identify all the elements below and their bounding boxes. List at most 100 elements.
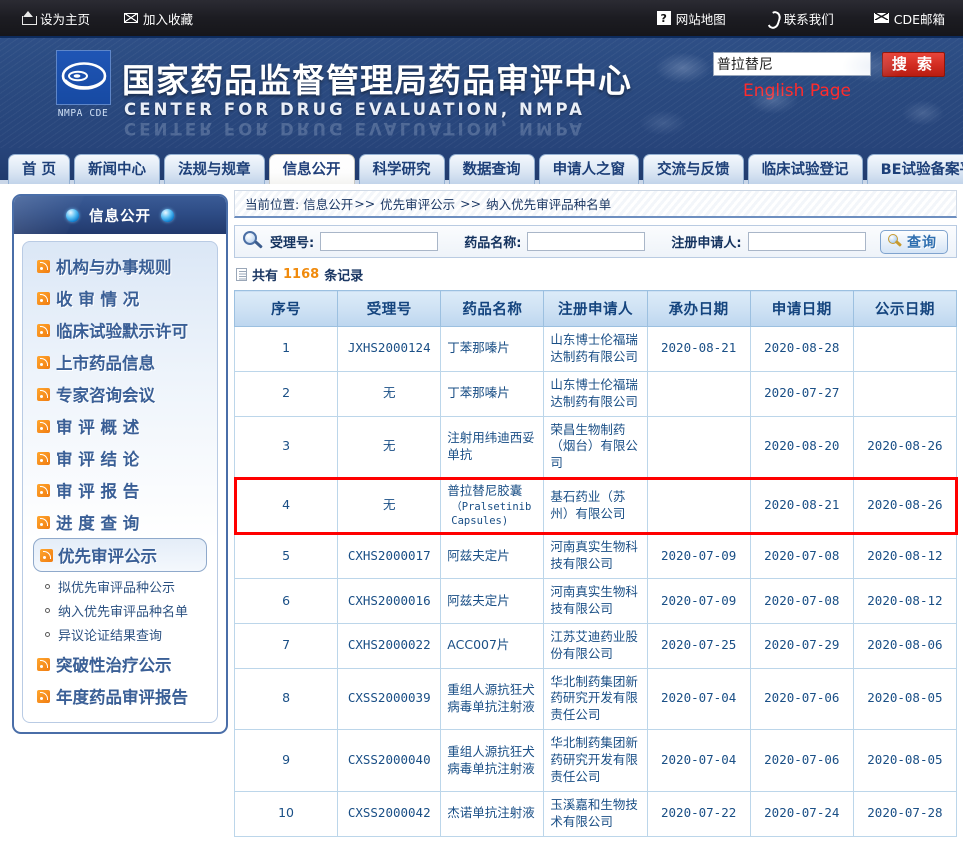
table-row[interactable]: 1 JXHS2000124 丁苯那嗪片 山东博士伦福瑞达制药有限公司 2020-…: [235, 327, 957, 372]
table-row[interactable]: 2 无 丁苯那嗪片 山东博士伦福瑞达制药有限公司 2020-07-27: [235, 371, 957, 416]
set-homepage-button[interactable]: 设为主页: [22, 9, 90, 28]
column-header-applicant[interactable]: 注册申请人: [544, 291, 647, 327]
cell-drug-name[interactable]: 重组人源抗狂犬病毒单抗注射液: [441, 730, 544, 792]
drug-name-input[interactable]: [527, 232, 645, 251]
sidebar-item-clinical-trial-implied-permit[interactable]: 临床试验默示许可: [23, 314, 217, 346]
cell-drug-name[interactable]: 注射用纬迪西妥单抗: [441, 416, 544, 478]
english-page-link[interactable]: English Page: [743, 81, 851, 101]
table-row[interactable]: 3 无 注射用纬迪西妥单抗 荣昌生物制药（烟台）有限公司 2020-08-20 …: [235, 416, 957, 478]
table-row[interactable]: 6 CXHS2000016 阿兹夫定片 河南真实生物科技有限公司 2020-07…: [235, 579, 957, 624]
site-search-button[interactable]: 搜 索: [882, 52, 945, 77]
envelope-outline-icon: [124, 13, 138, 23]
site-search-input[interactable]: [713, 52, 871, 76]
site-search-group: 搜 索: [713, 52, 945, 77]
sidebar-panel: 信息公开 机构与办事规则 收 审 情 况 临床试验默示许可: [12, 194, 228, 734]
sidebar-item-annual-review-report[interactable]: 年度药品审评报告: [23, 680, 217, 712]
cell-apply-date: 2020-07-06: [750, 668, 853, 730]
table-row[interactable]: 10 CXSS2000042 杰诺单抗注射液 玉溪嘉和生物技术有限公司 2020…: [235, 791, 957, 836]
sidebar-item-label: 专家咨询会议: [56, 382, 155, 406]
cell-index: 3: [235, 416, 338, 478]
bullet-icon: [45, 584, 50, 589]
sidebar-item-marketed-drug-info[interactable]: 上市药品信息: [23, 346, 217, 378]
sidebar-item-label: 年度药品审评报告: [56, 684, 188, 708]
cell-apply-date: 2020-07-06: [750, 730, 853, 792]
sidebar-item-acceptance-status[interactable]: 收 审 情 况: [23, 282, 217, 314]
tab-regulations[interactable]: 法规与规章: [164, 154, 265, 184]
column-header-publish-date[interactable]: 公示日期: [853, 291, 956, 327]
sidebar-item-review-overview[interactable]: 审 评 概 述: [23, 410, 217, 442]
cell-applicant: 基石药业（苏州）有限公司: [544, 478, 647, 534]
cell-acceptance-no: CXHS2000022: [338, 623, 441, 668]
breadcrumb-item-0[interactable]: 信息公开: [303, 194, 353, 213]
sidebar-item-review-report[interactable]: 审 评 报 告: [23, 474, 217, 506]
query-button-label: 查询: [907, 232, 937, 252]
table-row[interactable]: 7 CXHS2000022 ACC007片 江苏艾迪药业股份有限公司 2020-…: [235, 623, 957, 668]
column-header-handle-date[interactable]: 承办日期: [647, 291, 750, 327]
add-favorite-button[interactable]: 加入收藏: [124, 9, 193, 28]
cell-drug-name[interactable]: ACC007片: [441, 623, 544, 668]
sidebar-item-label: 审 评 结 论: [56, 446, 139, 470]
cell-drug-name[interactable]: 杰诺单抗注射液: [441, 791, 544, 836]
column-header-index[interactable]: 序号: [235, 291, 338, 327]
tab-scientific-research[interactable]: 科学研究: [359, 154, 445, 184]
sidebar-item-review-conclusion[interactable]: 审 评 结 论: [23, 442, 217, 474]
bullet-icon: [45, 608, 50, 613]
acceptance-no-input[interactable]: [320, 232, 438, 251]
phone-icon: [766, 11, 779, 25]
cde-mail-label: CDE邮箱: [894, 9, 945, 28]
tab-home[interactable]: 首 页: [8, 154, 70, 184]
contact-us-link[interactable]: 联系我们: [766, 9, 834, 28]
column-header-acceptance-no[interactable]: 受理号: [338, 291, 441, 327]
tab-clinical-trial-registration[interactable]: 临床试验登记: [748, 154, 863, 184]
site-logo[interactable]: NMPA CDE: [52, 50, 114, 119]
tab-applicant-window[interactable]: 申请人之窗: [539, 154, 640, 184]
column-header-apply-date[interactable]: 申请日期: [750, 291, 853, 327]
sidebar-item-priority-review-announcement[interactable]: 优先审评公示: [33, 538, 207, 572]
drug-name-text: 杰诺单抗注射液: [447, 805, 535, 820]
sidebar-item-breakthrough-therapy[interactable]: 突破性治疗公示: [23, 648, 217, 680]
sitemap-link[interactable]: ? 网站地图: [657, 9, 726, 28]
cell-drug-name[interactable]: 丁苯那嗪片: [441, 327, 544, 372]
orb-icon-right: [161, 209, 174, 222]
cell-index: 8: [235, 668, 338, 730]
cell-acceptance-no: CXSS2000040: [338, 730, 441, 792]
breadcrumb-item-1[interactable]: 优先审评公示: [380, 194, 455, 213]
tab-information-disclosure[interactable]: 信息公开: [269, 154, 355, 184]
sidebar: 信息公开 机构与办事规则 收 审 情 况 临床试验默示许可: [0, 190, 228, 830]
table-row[interactable]: 9 CXSS2000040 重组人源抗狂犬病毒单抗注射液 华北制药集团新药研究开…: [235, 730, 957, 792]
sidebar-item-label: 进 度 查 询: [56, 510, 139, 534]
breadcrumb-item-2: 纳入优先审评品种名单: [486, 194, 611, 213]
tab-communication-feedback[interactable]: 交流与反馈: [643, 154, 744, 184]
record-count-prefix: 共有: [252, 265, 278, 284]
tab-data-query[interactable]: 数据查询: [449, 154, 535, 184]
tab-news-center[interactable]: 新闻中心: [74, 154, 160, 184]
cell-handle-date: [647, 416, 750, 478]
applicant-label: 注册申请人:: [671, 232, 741, 251]
cell-publish-date: 2020-08-12: [853, 579, 956, 624]
table-row-highlighted[interactable]: 4 无 普拉替尼胶囊 （Pralsetinib Capsules) 基石药业（苏…: [235, 478, 957, 534]
cell-drug-name[interactable]: 重组人源抗狂犬病毒单抗注射液: [441, 668, 544, 730]
sidebar-item-org-rules[interactable]: 机构与办事规则: [23, 250, 217, 282]
sidebar-item-label: 优先审评公示: [58, 543, 157, 567]
cell-drug-name[interactable]: 普拉替尼胶囊 （Pralsetinib Capsules): [441, 478, 544, 534]
rss-icon: [37, 420, 50, 433]
sidebar-subitem-objection-result-query[interactable]: 异议论证结果查询: [23, 622, 217, 646]
cell-drug-name[interactable]: 阿兹夫定片: [441, 579, 544, 624]
cde-mail-link[interactable]: CDE邮箱: [874, 9, 945, 28]
sidebar-subitem-included-priority-review-list[interactable]: 纳入优先审评品种名单: [23, 598, 217, 622]
cell-drug-name[interactable]: 阿兹夫定片: [441, 534, 544, 579]
cell-apply-date: 2020-07-29: [750, 623, 853, 668]
sidebar-item-expert-consultation[interactable]: 专家咨询会议: [23, 378, 217, 410]
drug-name-text: 丁苯那嗪片: [447, 385, 510, 400]
table-row[interactable]: 8 CXSS2000039 重组人源抗狂犬病毒单抗注射液 华北制药集团新药研究开…: [235, 668, 957, 730]
applicant-input[interactable]: [748, 232, 866, 251]
query-button[interactable]: 查询: [880, 230, 948, 254]
cell-drug-name[interactable]: 丁苯那嗪片: [441, 371, 544, 416]
tab-be-trial-filing[interactable]: BE试验备案平: [867, 154, 963, 184]
sidebar-item-progress-query[interactable]: 进 度 查 询: [23, 506, 217, 538]
table-row[interactable]: 5 CXHS2000017 阿兹夫定片 河南真实生物科技有限公司 2020-07…: [235, 534, 957, 579]
column-header-drug-name[interactable]: 药品名称: [441, 291, 544, 327]
cell-handle-date: 2020-07-09: [647, 579, 750, 624]
record-count: 共有 1168 条记录: [234, 258, 957, 290]
sidebar-subitem-proposed-priority-review[interactable]: 拟优先审评品种公示: [23, 574, 217, 598]
